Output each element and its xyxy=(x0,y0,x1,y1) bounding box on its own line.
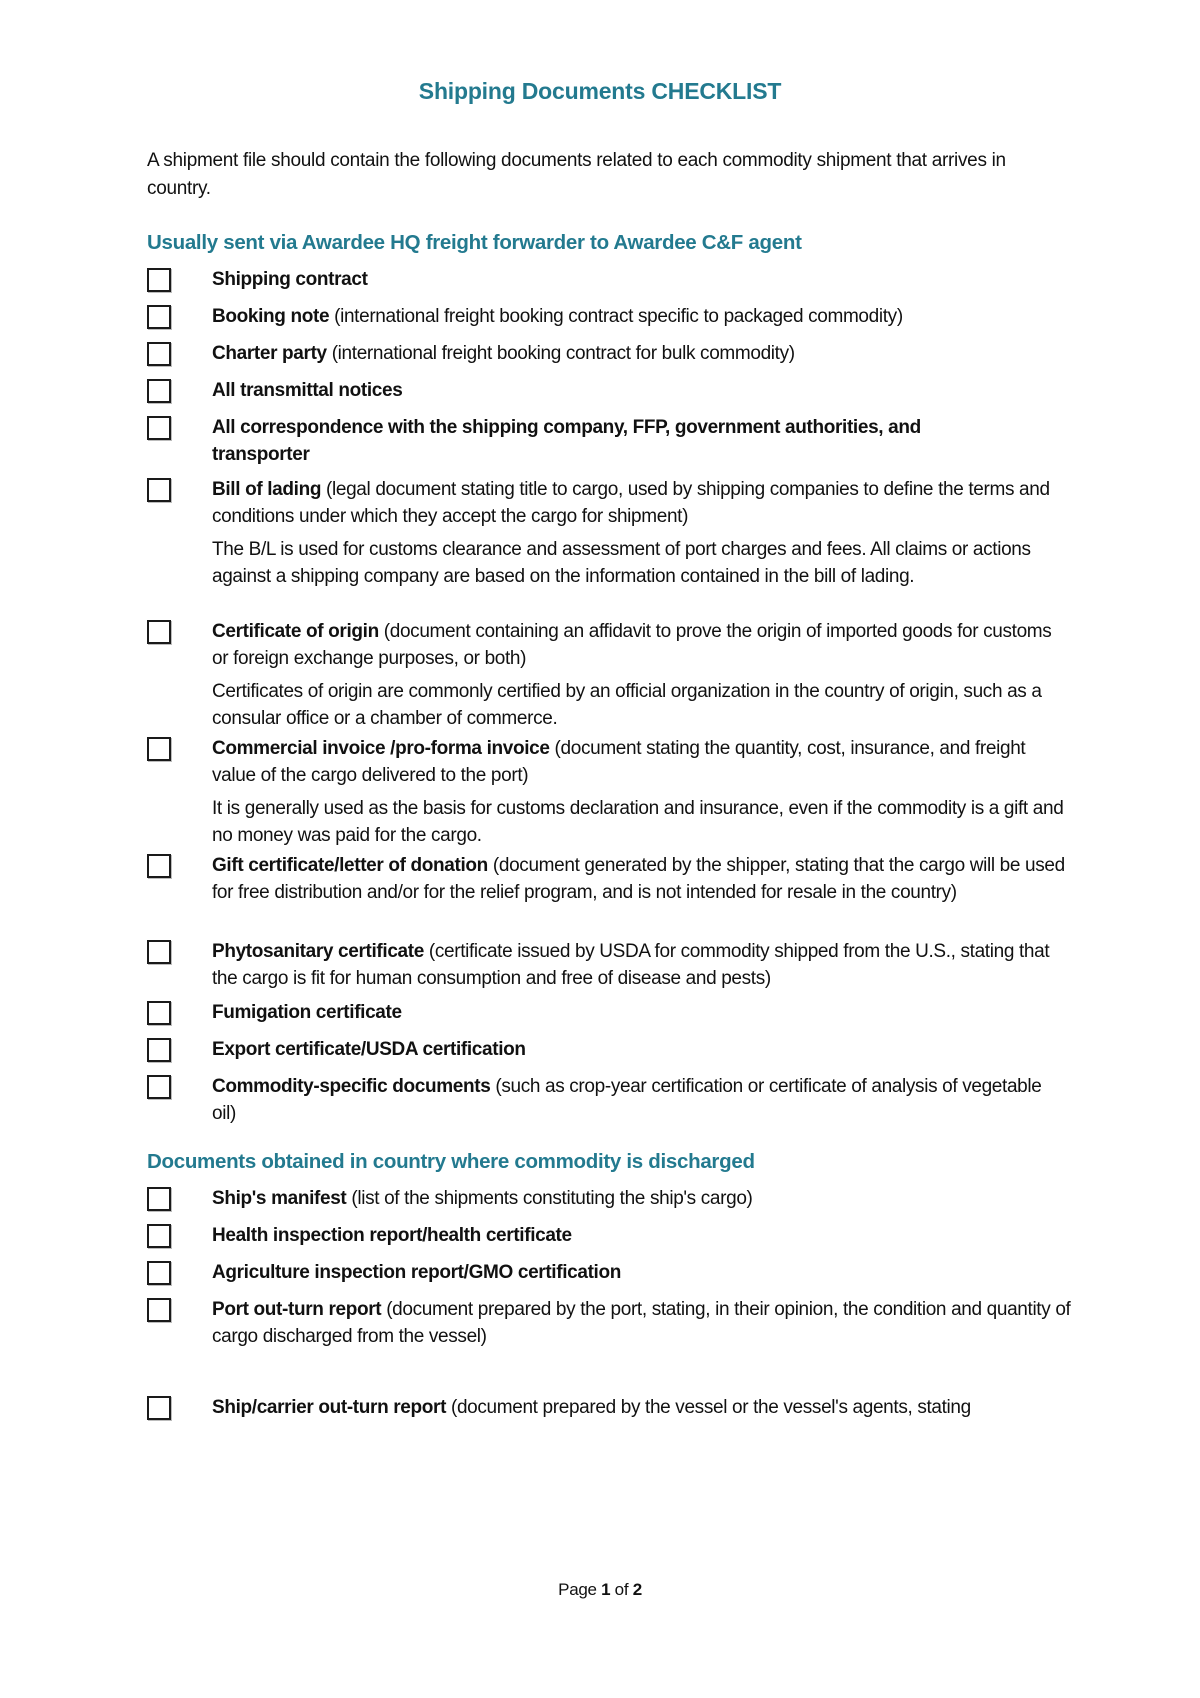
checkbox[interactable] xyxy=(147,342,171,366)
total-pages-number: 2 xyxy=(632,1580,642,1599)
checkbox[interactable] xyxy=(147,854,171,878)
item-description: (document prepared by the vessel or the … xyxy=(446,1397,971,1418)
item-label: Shipping contract xyxy=(212,269,368,290)
item-label: All correspondence with the shipping com… xyxy=(212,417,921,465)
item-label: Commercial invoice /pro-forma invoice xyxy=(212,738,550,759)
item-note: Certificates of origin are commonly cert… xyxy=(212,681,1042,729)
page-number-footer: Page 1 of 2 xyxy=(0,1580,1200,1600)
checkbox[interactable] xyxy=(147,940,171,964)
item-label: Commodity-specific documents xyxy=(212,1076,491,1097)
item-description: (international freight booking contract … xyxy=(329,306,903,327)
item-label: Agriculture inspection report/GMO certif… xyxy=(212,1262,621,1283)
item-label: Ship/carrier out-turn report xyxy=(212,1397,447,1418)
item-label: Port out-turn report xyxy=(212,1299,382,1320)
document-page: Shipping Documents CHECKLIST A shipment … xyxy=(0,0,1200,1698)
checkbox[interactable] xyxy=(147,268,171,292)
checkbox[interactable] xyxy=(147,1396,171,1420)
item-label: Export certificate/USDA certification xyxy=(212,1039,526,1060)
of-label: of xyxy=(610,1580,633,1599)
item-label: All transmittal notices xyxy=(212,380,403,401)
intro-paragraph: A shipment file should contain the follo… xyxy=(147,150,1006,199)
checkbox[interactable] xyxy=(147,478,171,502)
checkbox[interactable] xyxy=(147,1001,171,1025)
item-description: (legal document stating title to cargo, … xyxy=(212,479,1050,527)
item-label: Booking note xyxy=(212,306,330,327)
item-label: Phytosanitary certificate xyxy=(212,941,424,962)
item-label: Certificate of origin xyxy=(212,621,379,642)
item-label: Health inspection report/health certific… xyxy=(212,1225,572,1246)
checkbox[interactable] xyxy=(147,416,171,440)
item-label: Gift certificate/letter of donation xyxy=(212,855,488,876)
checkbox[interactable] xyxy=(147,620,171,644)
page-label: Page xyxy=(558,1580,602,1599)
item-note: The B/L is used for customs clearance an… xyxy=(212,539,1031,587)
item-label: Ship's manifest xyxy=(212,1188,347,1209)
section-heading-hq: Usually sent via Awardee HQ freight forw… xyxy=(147,231,802,254)
item-description: (international freight booking contract … xyxy=(326,343,795,364)
item-note: It is generally used as the basis for cu… xyxy=(212,798,1064,846)
item-description: (list of the shipments constituting the … xyxy=(346,1188,753,1209)
checkbox[interactable] xyxy=(147,1075,171,1099)
checkbox[interactable] xyxy=(147,1187,171,1211)
checkbox[interactable] xyxy=(147,1298,171,1322)
checkbox[interactable] xyxy=(147,1038,171,1062)
section-heading-in-country: Documents obtained in country where comm… xyxy=(147,1150,755,1173)
item-label: Fumigation certificate xyxy=(212,1002,402,1023)
item-label: Bill of lading xyxy=(212,479,322,500)
checkbox[interactable] xyxy=(147,379,171,403)
checkbox[interactable] xyxy=(147,1224,171,1248)
document-title: Shipping Documents CHECKLIST xyxy=(418,78,782,104)
checkbox[interactable] xyxy=(147,305,171,329)
current-page-number: 1 xyxy=(601,1580,611,1599)
checkbox[interactable] xyxy=(147,1261,171,1285)
item-label: Charter party xyxy=(212,343,327,364)
checkbox[interactable] xyxy=(147,737,171,761)
